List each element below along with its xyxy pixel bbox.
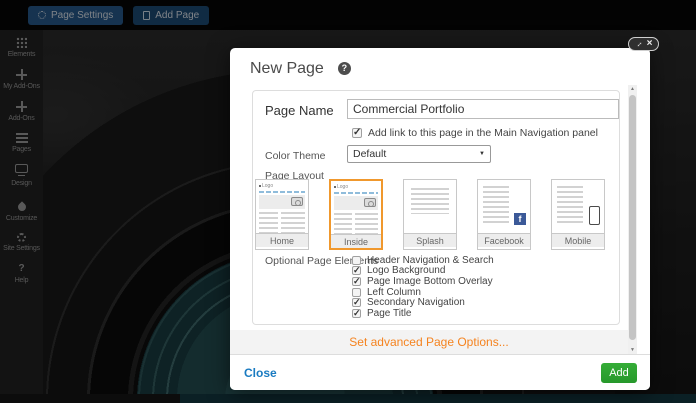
- layout-name: Home: [256, 233, 308, 247]
- layout-option-mobile[interactable]: Mobile: [551, 179, 605, 250]
- logo-text: Logo: [337, 184, 348, 190]
- scroll-down-arrow[interactable]: ▼: [628, 346, 637, 354]
- layout-preview-inside: Logo: [331, 181, 381, 234]
- layout-preview-home: Logo: [256, 180, 308, 233]
- checkbox[interactable]: [352, 128, 362, 138]
- optional-row-header-nav[interactable]: Header Navigation & Search: [352, 255, 494, 266]
- banner-placeholder: [334, 196, 378, 210]
- new-page-dialog: New Page ? Page Name Add link to this pa…: [230, 48, 650, 390]
- text-column: [355, 213, 378, 234]
- camera-icon: [364, 198, 376, 207]
- scrollbar[interactable]: ▲ ▼: [628, 85, 637, 354]
- app-window: Page Settings Add Page Elements My Add-O…: [0, 0, 696, 403]
- text-column: [557, 186, 583, 224]
- optional-row-secondary-nav[interactable]: Secondary Navigation: [352, 297, 494, 308]
- layout-option-facebook[interactable]: f Facebook: [477, 179, 531, 250]
- banner-placeholder: [259, 195, 305, 209]
- logo-placeholder: Logo: [259, 183, 308, 189]
- layout-preview-splash: [404, 180, 456, 233]
- layout-option-inside[interactable]: Logo Inside: [329, 179, 383, 250]
- chevron-down-icon: ▼: [479, 151, 485, 157]
- layout-preview-mobile: [552, 180, 604, 233]
- layout-option-splash[interactable]: Splash: [403, 179, 457, 250]
- text-column: [483, 186, 509, 224]
- checkbox[interactable]: [352, 266, 361, 275]
- new-page-form: Page Name Add link to this page in the M…: [252, 90, 620, 325]
- color-theme-label: Color Theme: [265, 150, 326, 162]
- dialog-title: New Page: [250, 60, 324, 78]
- help-icon[interactable]: ?: [338, 62, 351, 75]
- expand-icon[interactable]: ↔: [633, 38, 644, 49]
- nav-bar-placeholder: [334, 192, 378, 194]
- logo-text: Logo: [262, 183, 273, 189]
- color-theme-select[interactable]: Default ▼: [347, 145, 491, 163]
- color-theme-value: Default: [353, 148, 386, 160]
- checkbox[interactable]: [352, 288, 361, 297]
- text-column: [281, 212, 305, 233]
- optional-row-page-image-overlay[interactable]: Page Image Bottom Overlay: [352, 276, 494, 287]
- page-name-label: Page Name: [265, 103, 334, 118]
- dialog-body: Page Name Add link to this page in the M…: [230, 85, 628, 354]
- optional-elements-list: Header Navigation & Search Logo Backgrou…: [352, 255, 494, 319]
- checkbox[interactable]: [352, 256, 361, 265]
- layout-name: Inside: [331, 234, 381, 248]
- text-block-placeholder: [411, 188, 449, 214]
- modal-window-controls: ↔ ×: [628, 37, 659, 51]
- page-name-input[interactable]: [347, 99, 619, 119]
- add-button[interactable]: Add: [601, 363, 637, 383]
- optional-row-left-column[interactable]: Left Column: [352, 287, 494, 298]
- optional-row-logo-background[interactable]: Logo Background: [352, 266, 494, 277]
- text-column: [334, 213, 352, 234]
- camera-icon: [291, 197, 303, 206]
- layout-thumbnails: Logo Home Logo: [255, 179, 605, 250]
- close-icon[interactable]: ×: [647, 39, 653, 49]
- layout-preview-facebook: f: [478, 180, 530, 233]
- layout-name: Splash: [404, 233, 456, 247]
- dialog-footer: Close Add: [230, 354, 650, 390]
- optional-row-page-title[interactable]: Page Title: [352, 308, 494, 319]
- facebook-icon: f: [514, 213, 526, 225]
- advanced-options-link[interactable]: Set advanced Page Options...: [349, 335, 508, 349]
- checkbox[interactable]: [352, 309, 361, 318]
- logo-placeholder: Logo: [334, 184, 381, 190]
- dialog-titlebar: New Page ?: [230, 48, 650, 85]
- checkbox[interactable]: [352, 298, 361, 307]
- text-columns-placeholder: [334, 213, 378, 234]
- logo-dot: [259, 185, 261, 187]
- scroll-up-arrow[interactable]: ▲: [628, 85, 637, 93]
- phone-icon: [589, 206, 600, 225]
- main-nav-checkbox-row[interactable]: Add link to this page in the Main Naviga…: [352, 127, 598, 139]
- layout-name: Mobile: [552, 233, 604, 247]
- logo-dot: [334, 186, 336, 188]
- main-nav-checkbox-label: Add link to this page in the Main Naviga…: [368, 127, 598, 139]
- checkbox[interactable]: [352, 277, 361, 286]
- advanced-options-band: Set advanced Page Options...: [230, 330, 628, 354]
- text-column: [259, 212, 278, 233]
- text-columns-placeholder: [259, 212, 305, 233]
- close-button[interactable]: Close: [244, 366, 277, 380]
- layout-option-home[interactable]: Logo Home: [255, 179, 309, 250]
- scrollbar-thumb[interactable]: [629, 95, 636, 340]
- layout-name: Facebook: [478, 233, 530, 247]
- nav-bar-placeholder: [259, 191, 305, 193]
